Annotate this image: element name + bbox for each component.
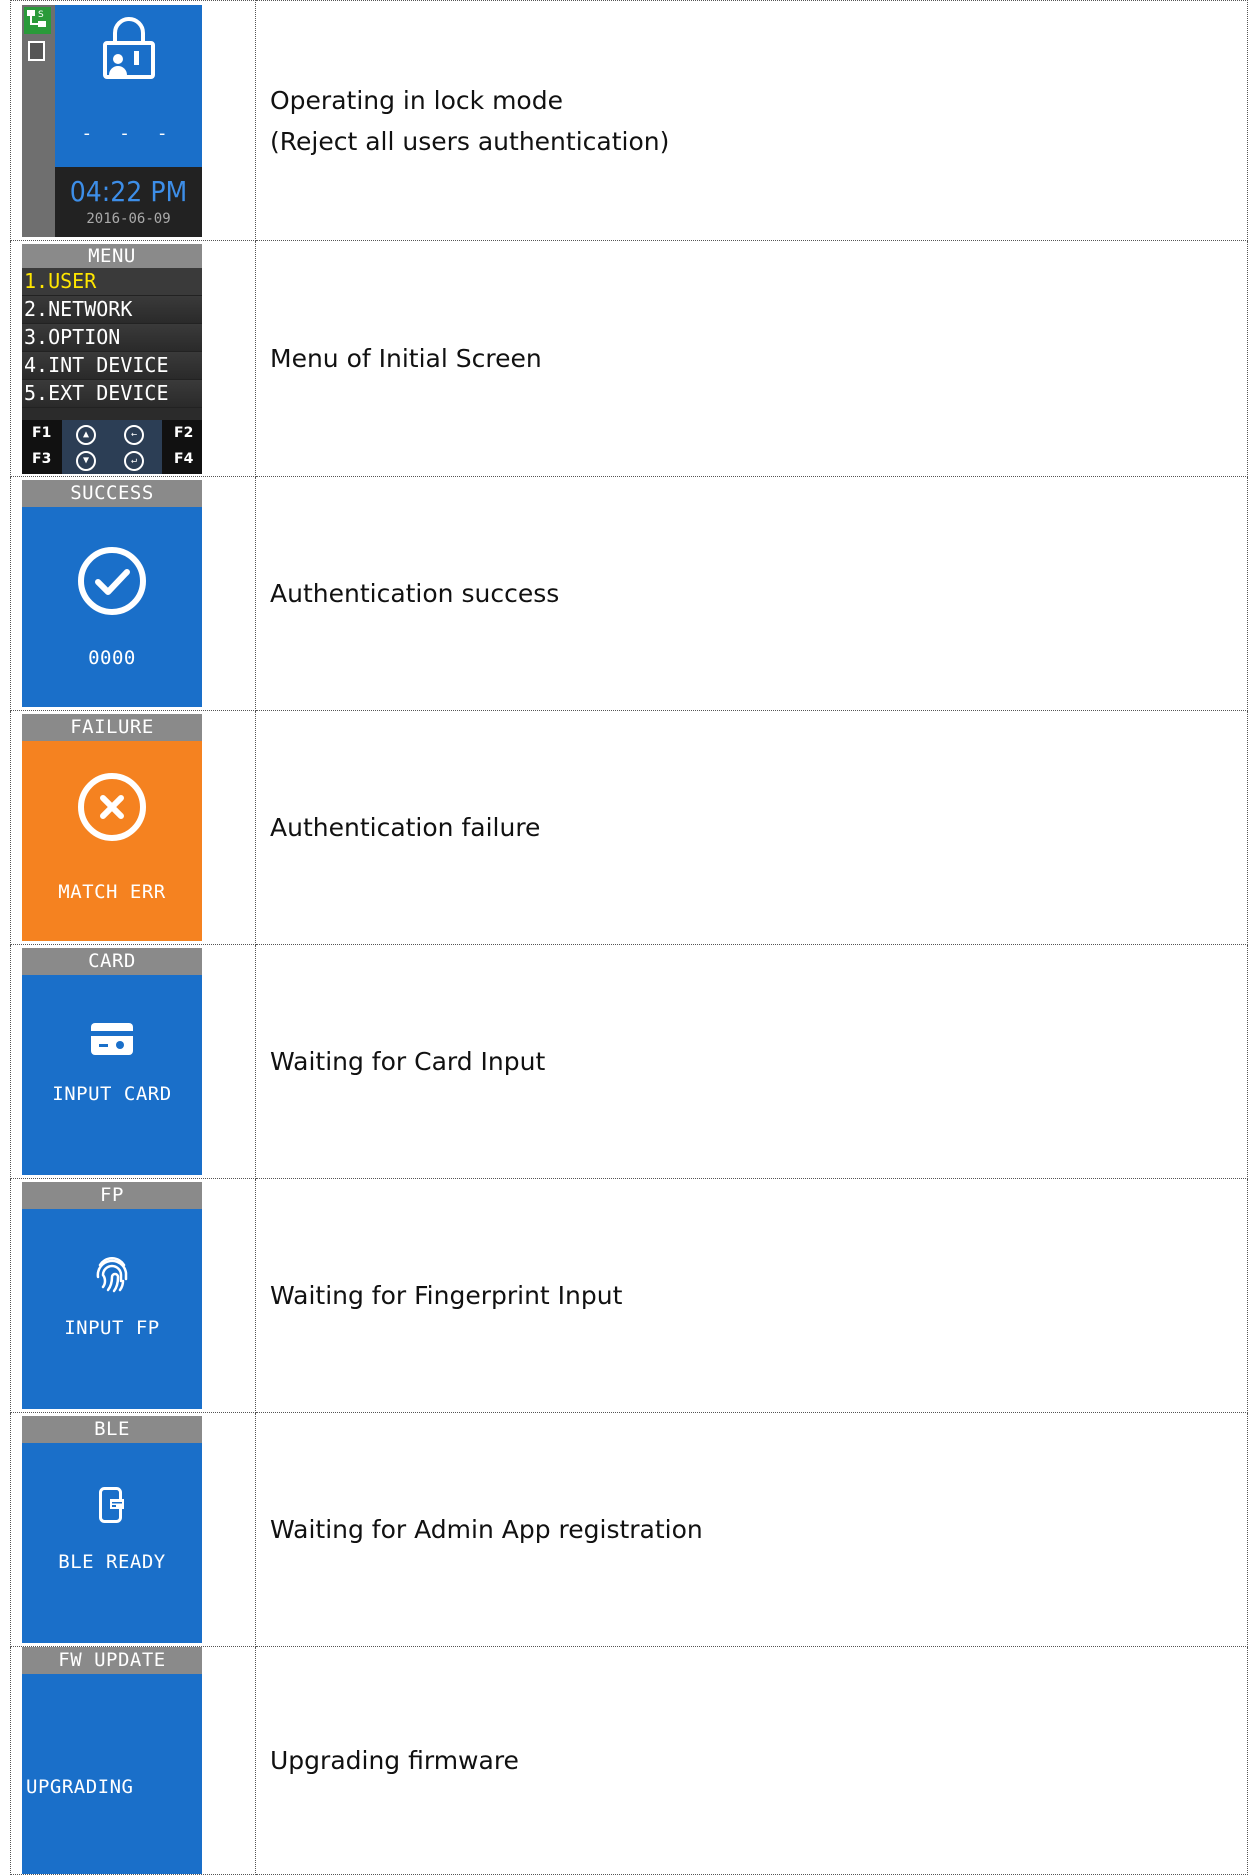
screen-cell: FAILURE MATCH ERR (10, 710, 256, 945)
screen-header: MENU (22, 243, 202, 268)
table-row: CARD INPUT CARD Waiting for Card Input (10, 944, 1248, 1179)
table-row: S - - - 04:22 PM 2016-06-09 Operating in… (10, 0, 1248, 241)
table-row: FP INPUT FP Waiting for Fingerprint Inpu… (10, 1178, 1248, 1413)
screen-body: INPUT FP (22, 1209, 202, 1409)
screen-cell: BLE BLE READY (10, 1412, 256, 1647)
clock-area: 04:22 PM 2016-06-09 (55, 166, 202, 237)
menu-item-int-device[interactable]: 4.INT DEVICE (22, 351, 202, 380)
screen-header: FW UPDATE (22, 1647, 202, 1674)
firmware-update-screen: FW UPDATE UPGRADING (22, 1647, 202, 1874)
input-prompt-label: INPUT CARD (52, 1083, 172, 1105)
mobile-app-icon (99, 1487, 124, 1523)
function-key-bar: ▲ ← ▼ ↵ F1 F2 F3 F4 (22, 419, 202, 474)
screen-header: FP (22, 1182, 202, 1209)
door-icon (28, 40, 45, 61)
description-line: (Reject all users authentication) (270, 126, 670, 156)
screen-body: BLE READY (22, 1443, 202, 1643)
screen-header: BLE (22, 1416, 202, 1443)
screen-body: 0000 (22, 507, 202, 707)
lock-screen-main: - - - (55, 4, 202, 167)
user-id-placeholder: - - - (81, 122, 176, 144)
status-sidebar: S (22, 4, 55, 237)
screen-header: CARD (22, 948, 202, 975)
description-cell: Authentication failure (255, 710, 1248, 945)
description-cell: Authentication success (255, 476, 1248, 711)
user-id-label: 0000 (88, 647, 136, 669)
description-cell: Waiting for Card Input (255, 944, 1248, 1179)
f3-key[interactable]: F3 (32, 451, 51, 467)
lock-mode-screen: S - - - 04:22 PM 2016-06-09 (22, 4, 202, 237)
screen-cell: FW UPDATE UPGRADING (10, 1646, 256, 1875)
screen-body: MATCH ERR (22, 741, 202, 941)
padlock-user-icon (103, 16, 155, 79)
description-cell: Menu of Initial Screen (255, 240, 1248, 477)
menu-item-option[interactable]: 3.OPTION (22, 323, 202, 352)
menu-screen: MENU 1.USER 2.NETWORK 3.OPTION 4.INT DEV… (22, 243, 202, 474)
fingerprint-screen: FP INPUT FP (22, 1182, 202, 1409)
screen-cell: S - - - 04:22 PM 2016-06-09 (10, 0, 256, 241)
failure-screen: FAILURE MATCH ERR (22, 714, 202, 941)
table-row: FW UPDATE UPGRADING Upgrading firmware (10, 1646, 1248, 1875)
description-cell: Waiting for Fingerprint Input (255, 1178, 1248, 1413)
menu-item-user[interactable]: 1.USER (22, 267, 202, 296)
network-status-icon: S (24, 6, 51, 34)
success-screen: SUCCESS 0000 (22, 480, 202, 707)
screen-cell: CARD INPUT CARD (10, 944, 256, 1179)
up-arrow-icon[interactable]: ▲ (76, 424, 96, 445)
table-row: BLE BLE READY Waiting for Admin App regi… (10, 1412, 1248, 1647)
error-label: MATCH ERR (58, 881, 166, 903)
error-circle-icon (78, 773, 146, 841)
table-row: MENU 1.USER 2.NETWORK 3.OPTION 4.INT DEV… (10, 240, 1248, 477)
f2-key[interactable]: F2 (174, 425, 193, 441)
table-row: SUCCESS 0000 Authentication success (10, 476, 1248, 711)
screen-cell: SUCCESS 0000 (10, 476, 256, 711)
menu-item-ext-device[interactable]: 5.EXT DEVICE (22, 379, 202, 408)
card-screen: CARD INPUT CARD (22, 948, 202, 1175)
back-arrow-icon[interactable]: ← (124, 424, 144, 445)
upgrade-status-label: UPGRADING (26, 1776, 134, 1798)
description-cell: Operating in lock mode (Reject all users… (255, 0, 1248, 241)
ble-status-label: BLE READY (58, 1551, 166, 1573)
screen-body: UPGRADING (22, 1674, 202, 1874)
description-cell: Waiting for Admin App registration (255, 1412, 1248, 1647)
down-arrow-icon[interactable]: ▼ (76, 450, 96, 471)
ble-screen: BLE BLE READY (22, 1416, 202, 1643)
description-cell: Upgrading firmware (255, 1646, 1248, 1875)
f4-key[interactable]: F4 (174, 451, 193, 467)
svg-text:S: S (38, 10, 44, 20)
clock-time: 04:22 PM (69, 174, 188, 208)
nav-keys: ▲ ← ▼ ↵ (62, 419, 162, 474)
screen-cell: FP INPUT FP (10, 1178, 256, 1413)
table-row: FAILURE MATCH ERR Authentication failure (10, 710, 1248, 945)
menu-item-network[interactable]: 2.NETWORK (22, 295, 202, 324)
clock-date: 2016-06-09 (86, 210, 171, 227)
credit-card-icon (91, 1023, 133, 1055)
screen-body: INPUT CARD (22, 975, 202, 1175)
input-prompt-label: INPUT FP (64, 1317, 160, 1339)
enter-arrow-icon[interactable]: ↵ (124, 450, 144, 471)
f1-key[interactable]: F1 (32, 425, 51, 441)
screen-header: FAILURE (22, 714, 202, 741)
screen-cell: MENU 1.USER 2.NETWORK 3.OPTION 4.INT DEV… (10, 240, 256, 477)
screen-header: SUCCESS (22, 480, 202, 507)
description-line: Operating in lock mode (270, 85, 563, 115)
check-circle-icon (78, 547, 146, 615)
fingerprint-icon (96, 1256, 128, 1293)
status-screens-table: S - - - 04:22 PM 2016-06-09 Operating in… (10, 0, 1248, 1875)
